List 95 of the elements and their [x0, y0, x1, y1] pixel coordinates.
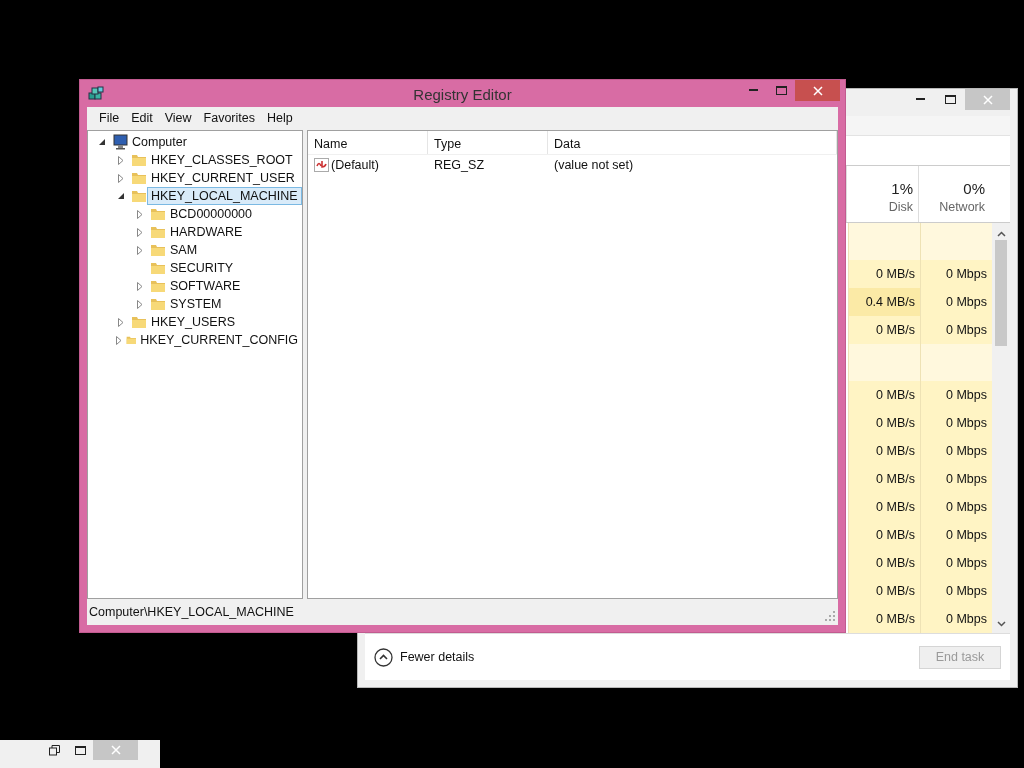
network-cell: 0 Mbps: [920, 549, 992, 577]
disk-cell: 0 MB/s: [848, 437, 920, 465]
resize-grip-icon[interactable]: [825, 611, 835, 621]
chevron-up-icon: [374, 647, 393, 667]
maximize-icon: [944, 95, 956, 104]
network-cell: 0 Mbps: [920, 437, 992, 465]
scrollbar[interactable]: [992, 223, 1010, 633]
folder-icon: [131, 170, 147, 186]
close-button[interactable]: [795, 80, 840, 101]
close-icon: [982, 94, 993, 105]
value-name: (Default): [308, 157, 428, 172]
folder-icon: [150, 296, 166, 312]
folder-icon: [131, 314, 147, 330]
column-header[interactable]: Data: [548, 131, 837, 154]
folder-icon: [131, 152, 147, 168]
network-cell: 0 Mbps: [920, 605, 992, 633]
collapsed-arrow-icon[interactable]: [118, 155, 124, 165]
column-header[interactable]: 0% Network: [918, 166, 990, 222]
tree-item[interactable]: HKEY_CURRENT_USER: [147, 169, 299, 187]
disk-cell: 0 MB/s: [848, 605, 920, 633]
disk-cell: 0 MB/s: [848, 549, 920, 577]
column-percent: 0%: [963, 180, 985, 197]
network-cell: 0 Mbps: [920, 465, 992, 493]
disk-cell: 0 MB/s: [848, 316, 920, 344]
value-data: (value not set): [553, 157, 634, 172]
menu-item[interactable]: Help: [261, 111, 299, 125]
computer-icon: [112, 134, 128, 150]
column-label: Network: [939, 200, 985, 214]
disk-cell: 0 MB/s: [848, 465, 920, 493]
menu-item[interactable]: View: [158, 111, 198, 125]
network-cell: 0 Mbps: [920, 577, 992, 605]
restore-icon: [48, 744, 60, 756]
tree-item[interactable]: SAM: [166, 241, 202, 259]
tree-item[interactable]: SOFTWARE: [166, 277, 245, 295]
tree-item[interactable]: HKEY_CLASSES_ROOT: [147, 151, 297, 169]
expanded-arrow-icon[interactable]: [98, 138, 106, 146]
menu-item[interactable]: Favorites: [197, 111, 261, 125]
folder-icon: [150, 260, 166, 276]
network-cell: 0 Mbps: [920, 521, 992, 549]
folder-icon: [150, 242, 166, 258]
expanded-arrow-icon[interactable]: [117, 192, 125, 200]
folder-icon: [150, 224, 166, 240]
status-path: Computer\HKEY_LOCAL_MACHINE: [89, 605, 294, 619]
collapsed-arrow-icon[interactable]: [137, 209, 143, 219]
tree-item[interactable]: HKEY_LOCAL_MACHINE: [147, 187, 302, 205]
network-cell: 0 Mbps: [920, 316, 992, 344]
collapsed-arrow-icon[interactable]: [137, 281, 143, 291]
tree-item[interactable]: Computer: [128, 133, 191, 151]
disk-cell: 0 MB/s: [848, 260, 920, 288]
close-icon: [812, 85, 823, 96]
network-cell: 0 Mbps: [920, 260, 992, 288]
collapsed-arrow-icon[interactable]: [137, 245, 143, 255]
disk-cell: 0 MB/s: [848, 521, 920, 549]
folder-icon: [131, 188, 147, 204]
window-title: Registry Editor: [412, 86, 513, 103]
collapsed-arrow-icon[interactable]: [118, 173, 124, 183]
collapsed-arrow-icon[interactable]: [137, 227, 143, 237]
maximize-icon: [775, 86, 787, 95]
fewer-details-button[interactable]: Fewer details: [374, 647, 475, 667]
column-header[interactable]: Type: [428, 131, 548, 154]
network-cell: 0 Mbps: [920, 381, 992, 409]
tree-item[interactable]: HARDWARE: [166, 223, 247, 241]
tree-item[interactable]: SYSTEM: [166, 295, 226, 313]
column-label: Disk: [888, 200, 913, 214]
scroll-up-icon[interactable]: [996, 231, 1006, 237]
collapsed-arrow-icon[interactable]: [118, 317, 124, 327]
collapsed-arrow-icon[interactable]: [116, 335, 122, 345]
disk-cell: 0 MB/s: [848, 409, 920, 437]
disk-cell: 0.4 MB/s: [848, 288, 920, 316]
column-header[interactable]: Name: [308, 131, 428, 154]
value-type: REG_SZ: [433, 157, 485, 172]
disk-cell: 0 MB/s: [848, 577, 920, 605]
tree-item[interactable]: SECURITY: [166, 259, 238, 277]
tree-item[interactable]: HKEY_USERS: [147, 313, 240, 331]
folder-icon: [150, 278, 166, 294]
disk-cell: 0 MB/s: [848, 381, 920, 409]
network-cell: 0 Mbps: [920, 493, 992, 521]
minimize-icon: [915, 98, 925, 101]
network-cell: 0 Mbps: [920, 288, 992, 316]
menu-item[interactable]: File: [93, 111, 126, 125]
network-cell: 0 Mbps: [920, 409, 992, 437]
maximize-icon: [74, 745, 86, 755]
tree-item[interactable]: HKEY_CURRENT_CONFIG: [136, 331, 302, 349]
column-percent: 1%: [891, 180, 913, 197]
tree-item[interactable]: BCD00000000: [166, 205, 256, 223]
collapsed-arrow-icon[interactable]: [137, 299, 143, 309]
scroll-down-icon[interactable]: [996, 621, 1006, 627]
disk-cell: 0 MB/s: [848, 493, 920, 521]
minimize-icon: [748, 89, 758, 92]
scroll-thumb[interactable]: [995, 240, 1007, 346]
folder-icon: [150, 206, 166, 222]
close-icon: [110, 745, 121, 755]
menu-item[interactable]: Edit: [125, 111, 159, 125]
registry-cubes-icon: [88, 86, 104, 102]
string-value-icon: [314, 157, 329, 172]
